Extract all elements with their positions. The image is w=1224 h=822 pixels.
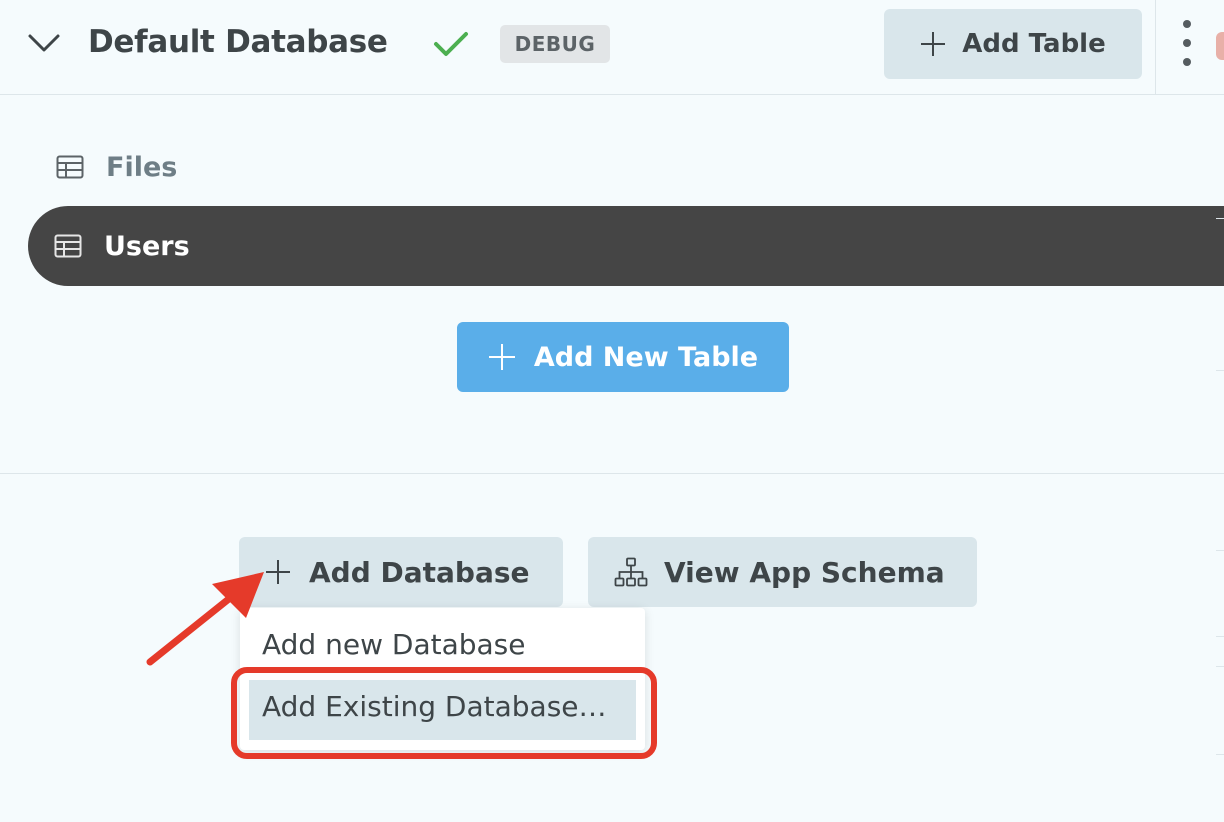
view-app-schema-button[interactable]: View App Schema (588, 537, 977, 607)
collapse-chevron-icon[interactable] (26, 28, 62, 58)
header-divider (1155, 0, 1156, 95)
edge-tick (1216, 218, 1224, 219)
table-icon (56, 155, 84, 179)
table-item-label: Users (104, 230, 190, 262)
view-app-schema-label: View App Schema (664, 555, 945, 589)
table-item-users[interactable]: Users (28, 206, 1224, 286)
add-new-table-button[interactable]: Add New Table (457, 322, 789, 392)
edge-tick (1216, 370, 1224, 371)
edge-tick (1216, 550, 1224, 551)
add-database-label: Add Database (309, 555, 530, 589)
debug-badge: DEBUG (500, 25, 610, 63)
table-item-label: Files (106, 151, 178, 183)
add-table-label: Add Table (962, 29, 1106, 59)
annotation-highlight-box (231, 667, 657, 759)
edge-tick (1216, 636, 1224, 637)
add-new-table-label: Add New Table (533, 341, 759, 373)
more-options-icon[interactable] (1172, 18, 1202, 74)
annotation-arrow-icon (140, 570, 270, 670)
avatar-edge (1216, 32, 1224, 60)
add-table-button[interactable]: Add Table (884, 9, 1142, 79)
database-title: Default Database (88, 24, 388, 60)
checkmark-icon (432, 28, 470, 60)
table-item-files[interactable]: Files (30, 128, 1224, 206)
table-icon (54, 234, 82, 258)
schema-tree-icon (614, 557, 648, 587)
plus-icon (488, 344, 515, 370)
edge-tick (1216, 754, 1224, 755)
section-divider (0, 473, 1224, 474)
plus-icon (921, 32, 946, 56)
menu-item-add-new-database[interactable]: Add new Database (262, 628, 525, 661)
edge-tick (1216, 666, 1224, 667)
add-database-button[interactable]: Add Database (239, 537, 563, 607)
